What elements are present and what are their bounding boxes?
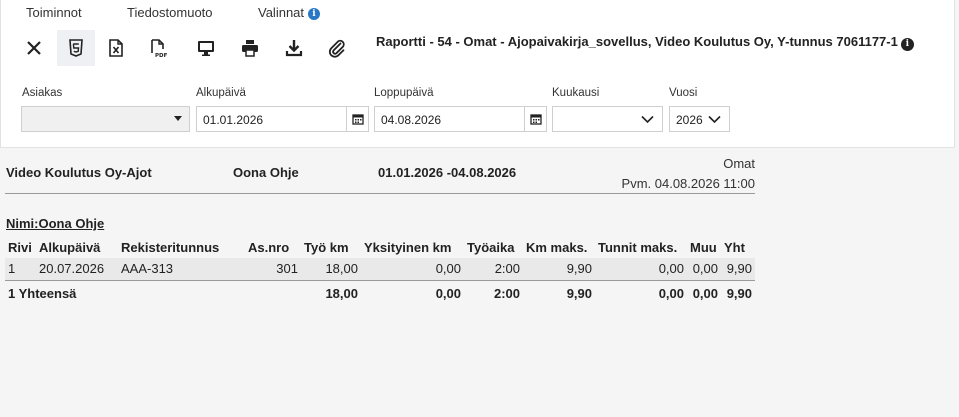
table-cell: 1 <box>5 258 36 280</box>
vuosi-label: Vuosi <box>669 87 698 99</box>
table-cell: 0,00 <box>595 258 687 280</box>
column-header: Työaika <box>467 240 515 255</box>
asiakas-label: Asiakas <box>22 87 63 99</box>
column-header: Km maks. <box>526 240 588 255</box>
caret-down-icon[interactable] <box>167 107 189 131</box>
info-icon[interactable]: i <box>308 8 321 20</box>
table-cell: AAA-313 <box>118 258 245 280</box>
total-cell: 0,00 <box>595 279 687 307</box>
report-type: Omat <box>723 156 755 171</box>
screen-button[interactable] <box>187 30 225 66</box>
excel-button[interactable] <box>97 30 135 66</box>
download-icon <box>285 40 303 57</box>
vuosi-value: 2026 <box>676 113 703 127</box>
column-header: Rekisteritunnus <box>121 240 220 255</box>
info-icon[interactable]: i <box>900 38 914 51</box>
report-date: Pvm. 04.08.2026 11:00 <box>621 176 755 191</box>
total-label: 1 Yhteensä <box>5 279 301 307</box>
column-header: Tunnit maks. <box>598 240 678 255</box>
header-divider <box>5 193 755 194</box>
table-cell: 301 <box>245 258 301 280</box>
report-period: 01.01.2026 -04.08.2026 <box>378 165 516 180</box>
loppupaiva-value: 04.08.2026 <box>381 113 442 127</box>
kuukausi-select[interactable] <box>552 106 663 132</box>
report-title: Raportti - 54 - Omat - Ajopaivakirja_sov… <box>376 34 914 51</box>
html5-button[interactable] <box>57 30 95 66</box>
table-cell: 9,90 <box>523 258 595 280</box>
table-cell: 0,00 <box>361 258 464 280</box>
menu-valinnat[interactable]: Valinnat i <box>258 5 321 20</box>
column-header: Muu <box>690 240 717 255</box>
printer-icon <box>242 40 258 57</box>
monitor-icon <box>198 41 214 56</box>
column-header: Yksityinen km <box>364 240 452 255</box>
menu-valinnat-label: Valinnat <box>258 5 305 20</box>
period-start: 01.01.2026 <box>378 165 444 180</box>
report-company: Video Koulutus Oy-Ajot <box>6 165 152 180</box>
total-cell: 2:00 <box>464 279 523 307</box>
table-cell: 0,00 <box>687 258 721 280</box>
close-icon <box>27 41 41 55</box>
report-name-heading: Nimi:Oona Ohje <box>6 216 105 231</box>
total-cell: 9,90 <box>721 279 755 307</box>
total-cell: 0,00 <box>361 279 464 307</box>
pdf-button[interactable]: PDF <box>139 30 177 66</box>
table-cell: 9,90 <box>721 258 755 280</box>
kuukausi-label: Kuukausi <box>552 87 600 99</box>
total-cell: 9,90 <box>523 279 595 307</box>
loppupaiva-label: Loppupäivä <box>374 87 434 99</box>
alkupaiva-label: Alkupäivä <box>196 87 246 99</box>
html5-icon <box>69 39 83 57</box>
menu-toiminnot[interactable]: Toiminnot <box>26 5 82 20</box>
menu-tiedostomuoto[interactable]: Tiedostomuoto <box>127 5 213 20</box>
report-title-text: Raportti - 54 - Omat - Ajopaivakirja_sov… <box>376 34 898 49</box>
column-header: Työ km <box>304 240 349 255</box>
chevron-down-icon <box>641 113 654 127</box>
column-header: As.nro <box>248 240 290 255</box>
calendar-icon[interactable] <box>524 107 546 131</box>
alkupaiva-field[interactable]: 01.01.2026 <box>196 106 369 132</box>
excel-icon <box>109 39 123 57</box>
pdf-icon: PDF <box>151 39 168 58</box>
alkupaiva-value: 01.01.2026 <box>203 113 264 127</box>
table-cell: 2:00 <box>464 258 523 280</box>
svg-text:PDF: PDF <box>155 53 168 58</box>
report-person: Oona Ohje <box>233 165 299 180</box>
table-header-row: Rivi Alkupäivä Rekisteritunnus As.nro Ty… <box>5 237 755 258</box>
table-cell: 18,00 <box>301 258 361 280</box>
total-cell: 0,00 <box>687 279 721 307</box>
total-cell: 18,00 <box>301 279 361 307</box>
column-header: Rivi <box>8 240 32 255</box>
loppupaiva-field[interactable]: 04.08.2026 <box>374 106 547 132</box>
attach-button[interactable] <box>318 30 356 66</box>
vuosi-select[interactable]: 2026 <box>669 106 730 132</box>
paperclip-icon <box>328 39 345 58</box>
print-button[interactable] <box>231 30 269 66</box>
report-table: Rivi Alkupäivä Rekisteritunnus As.nro Ty… <box>5 237 755 307</box>
report-options-panel: Toiminnot Tiedostomuoto Valinnat i PDF Ra… <box>0 0 955 148</box>
column-header: Yht <box>724 240 745 255</box>
close-button[interactable] <box>15 30 53 66</box>
download-button[interactable] <box>275 30 313 66</box>
asiakas-select[interactable] <box>21 106 190 132</box>
chevron-down-icon <box>708 113 721 127</box>
calendar-icon[interactable] <box>346 107 368 131</box>
table-cell: 20.07.2026 <box>36 258 118 280</box>
column-header: Alkupäivä <box>39 240 101 255</box>
table-row: 1 20.07.2026 AAA-313 301 18,00 0,00 2:00… <box>5 258 755 280</box>
table-total-row: 1 Yhteensä 18,00 0,00 2:00 9,90 0,00 0,0… <box>5 279 755 307</box>
period-end: 04.08.2026 <box>451 165 517 180</box>
